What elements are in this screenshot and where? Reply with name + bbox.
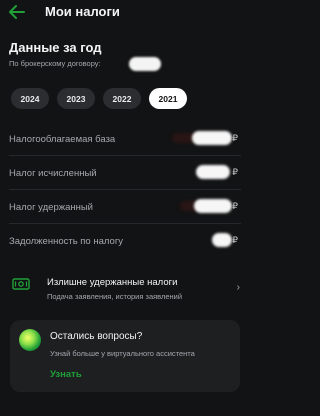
row-label: Налог исчисленный [9, 168, 97, 179]
currency-sign: ₽ [232, 201, 238, 211]
app-header: Мои налоги [0, 0, 250, 26]
overwithheld-taxes-subtitle: Подача заявления, история заявлений [47, 292, 183, 301]
currency-sign: ₽ [232, 133, 238, 143]
year-tab-2021[interactable]: 2021 [149, 88, 187, 109]
value-redacted [212, 233, 232, 247]
assistant-title: Остались вопросы? [50, 331, 143, 342]
chevron-right-icon: › [236, 282, 240, 293]
year-tab-2024[interactable]: 2024 [11, 88, 49, 109]
section-title: Данные за год [9, 40, 102, 55]
value-redacted [194, 199, 232, 213]
banknote-icon [12, 277, 30, 290]
contract-number-redacted[interactable] [129, 57, 161, 71]
value-redacted [196, 165, 230, 179]
overwithheld-taxes-title: Излишне удержанные налоги [47, 277, 178, 288]
row-tax-debt: Задолженность по налогу ₽ [0, 224, 250, 258]
assistant-subtitle: Узнай больше у виртуального ассистента [50, 349, 195, 358]
currency-sign: ₽ [232, 235, 238, 245]
currency-sign: ₽ [232, 167, 238, 177]
row-tax-calculated: Налог исчисленный ₽ [0, 156, 250, 190]
arrow-left-icon[interactable] [8, 4, 26, 20]
year-tab-2022[interactable]: 2022 [103, 88, 141, 109]
contract-label: По брокерскому договору: [9, 59, 101, 68]
row-label: Задолженность по налогу [9, 236, 124, 247]
value-redacted [192, 131, 232, 145]
assistant-card: Остались вопросы? Узнай больше у виртуал… [10, 320, 240, 392]
learn-more-link[interactable]: Узнать [50, 369, 82, 380]
row-tax-withheld: Налог удержанный ₽ [0, 190, 250, 224]
screen-title: Мои налоги [45, 4, 120, 19]
row-label: Налог удержанный [9, 202, 93, 213]
row-label: Налогооблагаемая база [9, 134, 116, 145]
row-taxable-base: Налогооблагаемая база ₽ [0, 122, 250, 156]
assistant-logo-icon [19, 329, 41, 351]
year-tab-2023[interactable]: 2023 [57, 88, 95, 109]
overwithheld-taxes-item[interactable]: Излишне удержанные налоги Подача заявлен… [0, 271, 250, 309]
